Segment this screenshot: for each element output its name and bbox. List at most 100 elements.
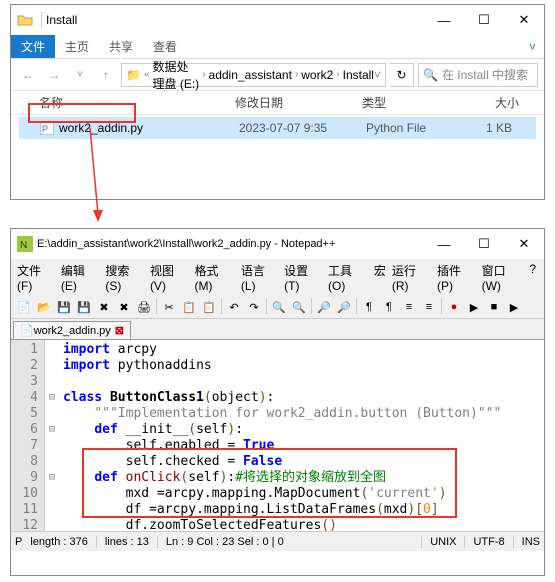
status-ins: INS	[522, 536, 540, 548]
address-bar: ← → ˅ ↑ 📁 « 数据处理盘 (E:) › addin_assistant…	[11, 59, 544, 91]
editor-tab[interactable]: 📄 work2_addin.py ⊠	[13, 321, 131, 339]
tab-share[interactable]: 共享	[99, 35, 143, 58]
fold-icon[interactable]: ≡	[420, 298, 438, 316]
save-icon[interactable]: 💾	[55, 298, 73, 316]
tab-file[interactable]: 文件	[11, 35, 55, 58]
find-icon[interactable]: 🔍	[270, 298, 288, 316]
status-length: length : 376	[30, 536, 97, 548]
chevron-right-icon: ›	[295, 69, 298, 80]
folder-icon	[17, 12, 33, 28]
status-lines: lines : 13	[105, 536, 158, 548]
menu-tools[interactable]: 工具(O)	[326, 261, 370, 294]
separator	[441, 298, 442, 314]
notepadpp-icon: N	[17, 236, 33, 252]
menu-search[interactable]: 搜索(S)	[103, 261, 146, 294]
highlight-box	[82, 448, 457, 518]
status-enc: UTF-8	[473, 536, 513, 548]
new-icon[interactable]: 📄	[15, 298, 33, 316]
separator	[356, 298, 357, 314]
playback-icon[interactable]: ▶	[505, 298, 523, 316]
breadcrumb-part[interactable]: addin_assistant	[209, 68, 292, 82]
menu-lang[interactable]: 语言(L)	[239, 261, 280, 294]
closeall-icon[interactable]: ✖	[115, 298, 133, 316]
dropdown-icon[interactable]: ˅	[374, 68, 381, 82]
file-type: Python File	[366, 121, 466, 135]
close-button[interactable]: ✕	[504, 229, 544, 259]
menu-plugins[interactable]: 插件(P)	[435, 261, 478, 294]
file-size: 1 KB	[466, 121, 536, 135]
tab-label: work2_addin.py	[34, 325, 111, 337]
minimize-button[interactable]: —	[424, 229, 464, 259]
saveall-icon[interactable]: 💾	[75, 298, 93, 316]
indent-icon[interactable]: ≡	[400, 298, 418, 316]
close-button[interactable]: ✕	[504, 5, 544, 35]
menu-run[interactable]: 运行(R)	[390, 261, 433, 294]
menu-view[interactable]: 视图(V)	[148, 261, 191, 294]
menu-window[interactable]: 窗口(W)	[480, 261, 526, 294]
tab-close-icon[interactable]: ⊠	[115, 324, 124, 337]
allchars-icon[interactable]: ¶	[380, 298, 398, 316]
maximize-button[interactable]: ☐	[464, 229, 504, 259]
refresh-button[interactable]: ↻	[390, 63, 414, 87]
search-placeholder: 在 Install 中搜索	[442, 66, 528, 83]
zoomin-icon[interactable]: 🔎	[315, 298, 333, 316]
zoomout-icon[interactable]: 🔎	[335, 298, 353, 316]
up-button[interactable]: ↑	[95, 64, 117, 86]
menu-settings[interactable]: 设置(T)	[282, 261, 324, 294]
search-input[interactable]: 🔍 在 Install 中搜索	[418, 63, 538, 87]
tab-home[interactable]: 主页	[55, 35, 99, 58]
breadcrumb-part[interactable]: 数据处理盘 (E:)	[153, 58, 200, 92]
maximize-button[interactable]: ☐	[464, 5, 504, 35]
fold-column[interactable]: ⊟⊟⊟	[45, 340, 59, 531]
svg-text:P: P	[42, 124, 48, 134]
search-icon: 🔍	[423, 68, 438, 82]
breadcrumb[interactable]: 📁 « 数据处理盘 (E:) › addin_assistant › work2…	[121, 63, 386, 87]
line-numbers: 123456789101112	[11, 340, 45, 531]
divider	[41, 12, 42, 28]
print-icon[interactable]: 🖨	[135, 298, 153, 316]
ribbon-tabs: 文件 主页 共享 查看 ˅	[11, 35, 544, 59]
copy-icon[interactable]: 📋	[180, 298, 198, 316]
header-size[interactable]: 大小	[462, 94, 544, 111]
pc-icon: 📁	[126, 68, 141, 82]
record-icon[interactable]: ●	[445, 298, 463, 316]
separator	[221, 298, 222, 314]
explorer-titlebar: Install — ☐ ✕	[11, 5, 544, 35]
breadcrumb-part[interactable]: work2	[301, 68, 333, 82]
tab-view[interactable]: 查看	[143, 35, 187, 58]
tab-icon: 📄	[20, 324, 34, 337]
header-date[interactable]: 修改日期	[235, 94, 362, 111]
menu-help[interactable]: ?	[527, 261, 538, 294]
recent-button[interactable]: ˅	[69, 64, 91, 86]
breadcrumb-part[interactable]: Install	[343, 68, 374, 82]
status-eol: UNIX	[430, 536, 465, 548]
chevron-right-icon: «	[144, 69, 150, 80]
menu-macro[interactable]: 宏	[372, 261, 388, 294]
forward-button[interactable]: →	[43, 64, 65, 86]
separator	[266, 298, 267, 314]
header-type[interactable]: 类型	[362, 94, 462, 111]
close-icon[interactable]: ✖	[95, 298, 113, 316]
stop-icon[interactable]: ■	[485, 298, 503, 316]
cut-icon[interactable]: ✂	[160, 298, 178, 316]
menu-file[interactable]: 文件(F)	[15, 261, 57, 294]
chevron-right-icon: ›	[336, 69, 339, 80]
menu-bar: 文件(F) 编辑(E) 搜索(S) 视图(V) 格式(M) 语言(L) 设置(T…	[11, 259, 544, 296]
arrow-annotation	[80, 128, 120, 228]
open-icon[interactable]: 📂	[35, 298, 53, 316]
back-button[interactable]: ←	[17, 64, 39, 86]
window-title: Install	[46, 13, 424, 27]
window-controls: — ☐ ✕	[424, 5, 544, 35]
menu-format[interactable]: 格式(M)	[192, 261, 236, 294]
wrap-icon[interactable]: ¶	[360, 298, 378, 316]
play-icon[interactable]: ▶	[465, 298, 483, 316]
toolbar: 📄 📂 💾 💾 ✖ ✖ 🖨 ✂ 📋 📋 ↶ ↷ 🔍 🔍 🔎 🔎 ¶ ¶ ≡ ≡ …	[11, 296, 544, 319]
ribbon-expand-icon[interactable]: ˅	[529, 40, 536, 54]
status-pos: Ln : 9 Col : 23 Sel : 0 | 0	[166, 536, 422, 548]
menu-edit[interactable]: 编辑(E)	[59, 261, 102, 294]
redo-icon[interactable]: ↷	[245, 298, 263, 316]
replace-icon[interactable]: 🔍	[290, 298, 308, 316]
minimize-button[interactable]: —	[424, 5, 464, 35]
undo-icon[interactable]: ↶	[225, 298, 243, 316]
paste-icon[interactable]: 📋	[200, 298, 218, 316]
